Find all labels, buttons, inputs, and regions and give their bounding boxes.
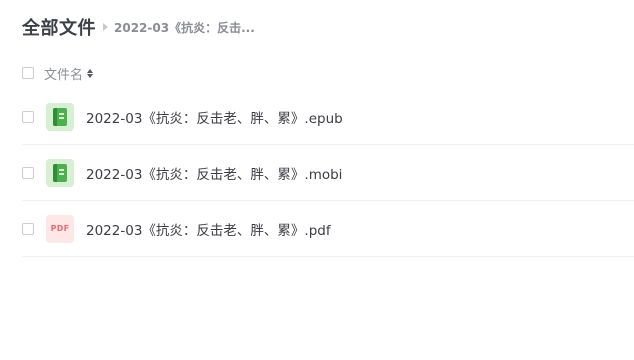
file-browser: 全部文件 2022-03《抗炎：反击... 文件名 2022-03《抗炎：反击老…: [0, 0, 634, 360]
breadcrumb: 全部文件 2022-03《抗炎：反击...: [22, 14, 255, 40]
file-name[interactable]: 2022-03《抗炎：反击老、胖、累》.pdf: [86, 219, 331, 239]
file-row[interactable]: 2022-03《抗炎：反击老、胖、累》.epub: [22, 89, 634, 145]
breadcrumb-current-folder: 2022-03《抗炎：反击...: [114, 20, 255, 35]
ebook-icon: [46, 102, 74, 131]
breadcrumb-root-all-files[interactable]: 全部文件: [22, 14, 96, 40]
pdf-icon: PDF: [46, 214, 74, 243]
breadcrumb-separator-icon: [103, 23, 108, 31]
list-column-header: 文件名: [22, 63, 94, 83]
file-row[interactable]: PDF 2022-03《抗炎：反击老、胖、累》.pdf: [22, 201, 634, 257]
file-name[interactable]: 2022-03《抗炎：反击老、胖、累》.epub: [86, 107, 343, 127]
file-checkbox[interactable]: [22, 110, 34, 123]
select-all-checkbox[interactable]: [22, 67, 34, 79]
file-checkbox[interactable]: [22, 222, 34, 235]
pdf-icon-label: PDF: [50, 224, 70, 233]
ebook-icon: [46, 158, 74, 187]
file-row[interactable]: 2022-03《抗炎：反击老、胖、累》.mobi: [22, 145, 634, 201]
file-list: 2022-03《抗炎：反击老、胖、累》.epub 2022-03《抗炎：反击老、…: [22, 89, 634, 257]
column-header-filename[interactable]: 文件名: [44, 64, 83, 83]
file-name[interactable]: 2022-03《抗炎：反击老、胖、累》.mobi: [86, 163, 342, 183]
sort-icon[interactable]: [87, 67, 94, 79]
file-checkbox[interactable]: [22, 166, 34, 179]
